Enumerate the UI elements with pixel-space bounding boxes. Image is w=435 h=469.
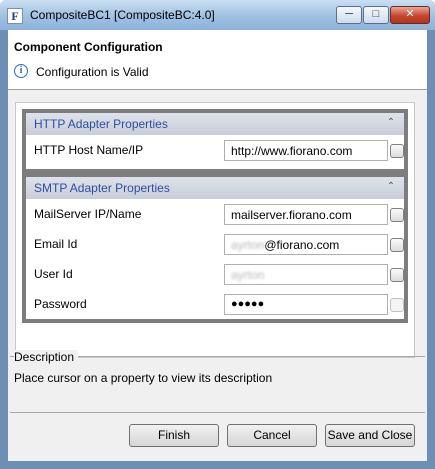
mailserver-label: MailServer IP/Name	[34, 207, 142, 221]
collapse-icon[interactable]: ⌃	[384, 180, 398, 194]
property-row-email: Email Id ayrton@fiorano.com	[26, 229, 404, 259]
smtp-section-header[interactable]: SMTP Adapter Properties ⌃	[26, 177, 404, 199]
window-title: CompositeBC1 [CompositeBC:4.0]	[30, 8, 215, 22]
http-adapter-section: HTTP Adapter Properties ⌃ HTTP Host Name…	[22, 109, 408, 173]
save-and-close-button[interactable]: Save and Close	[325, 424, 415, 447]
dialog-window: F CompositeBC1 [CompositeBC:4.0] ─ □ ✕ C…	[0, 0, 435, 469]
finish-button[interactable]: Finish	[129, 424, 219, 447]
title-bar[interactable]: F CompositeBC1 [CompositeBC:4.0] ─ □ ✕	[0, 0, 435, 30]
description-bottom-divider	[10, 412, 425, 413]
userid-redacted: ayrton	[231, 268, 265, 282]
minimize-button[interactable]: ─	[336, 6, 362, 24]
description-title: Description	[14, 350, 79, 364]
http-host-field[interactable]: http://www.fiorano.com	[224, 140, 388, 161]
userid-field[interactable]: ayrton	[224, 264, 388, 285]
password-edit-button	[390, 298, 404, 312]
http-section-header[interactable]: HTTP Adapter Properties ⌃	[26, 113, 404, 135]
info-icon: i	[14, 64, 28, 78]
smtp-adapter-section: SMTP Adapter Properties ⌃ MailServer IP/…	[22, 173, 408, 323]
http-host-label: HTTP Host Name/IP	[34, 143, 144, 157]
page-title: Component Configuration	[14, 40, 163, 54]
description-text: Place cursor on a property to view its d…	[14, 371, 273, 385]
mailserver-field[interactable]: mailserver.fiorano.com	[224, 204, 388, 225]
app-icon: F	[7, 8, 23, 24]
http-section-title: HTTP Adapter Properties	[34, 117, 168, 131]
userid-edit-button[interactable]	[390, 268, 404, 282]
dialog-client-area: Component Configuration i Configuration …	[8, 30, 427, 461]
property-sheet: HTTP Adapter Properties ⌃ HTTP Host Name…	[15, 102, 415, 358]
status-message: Configuration is Valid	[36, 65, 149, 79]
cancel-button[interactable]: Cancel	[227, 424, 317, 447]
close-button[interactable]: ✕	[390, 6, 430, 24]
email-domain: @fiorano.com	[264, 238, 340, 252]
maximize-button[interactable]: □	[363, 6, 389, 24]
password-field[interactable]: ●●●●●	[224, 294, 388, 315]
userid-label: User Id	[34, 267, 73, 281]
header-panel: Component Configuration i Configuration …	[8, 30, 427, 90]
email-prefix-redacted: ayrton	[231, 238, 265, 252]
property-row-http-host: HTTP Host Name/IP http://www.fiorano.com	[26, 135, 404, 165]
description-group: Description Place cursor on a property t…	[8, 350, 427, 420]
password-label: Password	[34, 297, 87, 311]
email-field[interactable]: ayrton@fiorano.com	[224, 234, 388, 255]
collapse-icon[interactable]: ⌃	[384, 116, 398, 130]
property-row-userid: User Id ayrton	[26, 259, 404, 289]
property-row-password: Password ●●●●●	[26, 289, 404, 319]
email-edit-button[interactable]	[390, 238, 404, 252]
http-host-edit-button[interactable]	[390, 144, 404, 158]
mailserver-edit-button[interactable]	[390, 208, 404, 222]
smtp-section-title: SMTP Adapter Properties	[34, 181, 170, 195]
email-label: Email Id	[34, 237, 78, 251]
property-row-mailserver: MailServer IP/Name mailserver.fiorano.co…	[26, 199, 404, 229]
